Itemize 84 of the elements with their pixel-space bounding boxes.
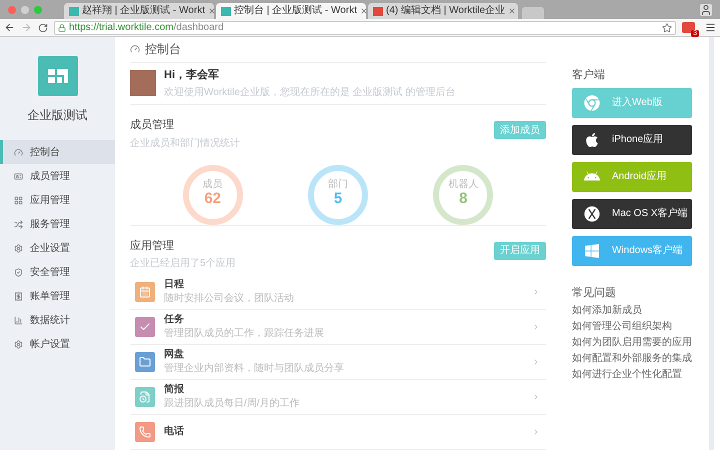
app-row[interactable]: 任务 管理团队成员的工作，跟踪任务进展 <box>130 310 546 345</box>
chevron-right-icon <box>532 393 540 401</box>
shuffle-icon <box>14 220 23 228</box>
tab-title: (4) 编辑文档 | Worktile企业 <box>386 6 506 16</box>
chevron-right-icon <box>532 428 540 436</box>
chevron-right-icon <box>532 323 540 331</box>
faq-link[interactable]: 如何添加新成员 <box>572 303 698 319</box>
grid-icon <box>14 196 23 204</box>
sidebar-item[interactable]: 成员管理 <box>0 164 115 188</box>
avatar-placeholder <box>130 70 156 96</box>
chevron-right-icon <box>532 358 540 366</box>
app-row[interactable]: 日程 随时安排公司会议，团队活动 <box>130 275 546 310</box>
close-tab-icon[interactable] <box>508 7 516 15</box>
app-name: 简报 <box>164 384 185 396</box>
stat-label: 成员 <box>202 180 223 190</box>
stat-value: 8 <box>459 190 468 209</box>
address-field[interactable]: https://trial.worktile.com/dashboard <box>54 20 676 34</box>
greeting: Hi，李会军 <box>164 68 220 83</box>
chart-icon <box>14 316 23 324</box>
page-title: 控制台 <box>145 41 181 58</box>
section-subtitle: 企业成员和部门情况统计 <box>130 136 240 150</box>
id-card-icon <box>14 172 23 180</box>
sidebar-item[interactable]: 控制台 <box>0 140 115 164</box>
shield-icon <box>14 268 23 276</box>
app-row[interactable]: 简报 跟进团队成员每日/周/月的工作 <box>130 380 546 415</box>
app-row[interactable]: 网盘 管理企业内部资料，随时与团队成员分享 <box>130 345 546 380</box>
browser-tab[interactable]: (4) 编辑文档 | Worktile企业 <box>368 3 518 19</box>
chrome-icon <box>584 94 600 110</box>
app-description: 管理团队成员的工作，跟踪任务进展 <box>164 328 324 340</box>
faq-link[interactable]: 如何进行企业个性化配置 <box>572 367 698 383</box>
section-title: 常见问题 <box>572 286 617 300</box>
sidebar-item[interactable]: 数据统计 <box>0 308 115 332</box>
section-title: 应用管理 <box>130 238 175 254</box>
tab-title: 赵祥翔 | 企业版测试 - Workt <box>82 6 205 16</box>
stat-value: 5 <box>334 190 342 209</box>
stat-label: 机器人 <box>448 180 478 190</box>
windows-icon <box>584 242 600 258</box>
profile-icon[interactable] <box>700 4 712 16</box>
stat-label: 部门 <box>328 180 348 190</box>
gauge-icon <box>14 148 23 156</box>
close-tab-icon[interactable] <box>360 7 368 15</box>
app-name: 任务 <box>164 314 185 326</box>
sidebar-item[interactable]: 企业设置 <box>0 236 115 260</box>
stat-value: 62 <box>204 190 221 209</box>
gauge-icon <box>130 44 140 54</box>
x-circle-icon <box>584 206 600 222</box>
app-name: 日程 <box>164 279 185 292</box>
gear-icon <box>14 340 23 348</box>
faq-link[interactable]: 如何管理公司组织架构 <box>572 319 698 335</box>
sidebar-item[interactable]: 服务管理 <box>0 212 115 236</box>
menu-icon[interactable] <box>705 22 716 33</box>
browser-tab[interactable]: 控制台 | 企业版测试 - Workt <box>216 3 366 19</box>
sidebar-item[interactable]: 帐户设置 <box>0 332 115 356</box>
faq-link[interactable]: 如何配置和外部服务的集成 <box>572 351 698 367</box>
bookmark-star-icon[interactable] <box>662 22 672 32</box>
app-row[interactable]: 电话 <box>130 415 546 450</box>
app-description: 管理企业内部资料，随时与团队成员分享 <box>164 362 344 375</box>
section-title: 客户端 <box>572 68 606 83</box>
browser-tab[interactable]: 赵祥翔 | 企业版测试 - Workt <box>64 3 214 19</box>
app-description: 跟进团队成员每日/周/月的工作 <box>164 398 300 410</box>
close-tab-icon[interactable] <box>208 7 216 15</box>
receipt-icon <box>14 292 23 300</box>
tab-title: 控制台 | 企业版测试 - Workt <box>234 6 357 16</box>
sidebar-item[interactable]: 账单管理 <box>0 284 115 308</box>
org-name: 企业版测试 <box>28 107 88 124</box>
client-download-button[interactable]: Mac OS X客户端 <box>572 198 692 228</box>
lock-icon <box>58 24 66 32</box>
app-name: 电话 <box>164 426 184 438</box>
client-download-button[interactable]: iPhone应用 <box>572 124 692 154</box>
back-icon[interactable] <box>4 22 15 33</box>
reload-icon[interactable] <box>38 22 48 32</box>
section-subtitle: 企业已经启用了5个应用 <box>130 256 236 271</box>
app-name: 网盘 <box>164 349 185 362</box>
org-logo <box>38 56 78 96</box>
sidebar-item[interactable]: 应用管理 <box>0 188 115 212</box>
gear-icon <box>14 244 23 252</box>
section-title: 成员管理 <box>130 118 175 133</box>
url-text: https://trial.worktile.com/dashboard <box>69 22 224 32</box>
sidebar-item[interactable]: 安全管理 <box>0 260 115 284</box>
app-description: 随时安排公司会议，团队活动 <box>164 292 294 305</box>
faq-link[interactable]: 如何为团队启用需要的应用 <box>572 335 698 351</box>
apple-icon <box>584 132 600 148</box>
chevron-right-icon <box>532 288 540 296</box>
welcome-message: 欢迎使用Worktile企业版，您现在所在的是 企业版测试 的管理后台 <box>164 86 456 100</box>
